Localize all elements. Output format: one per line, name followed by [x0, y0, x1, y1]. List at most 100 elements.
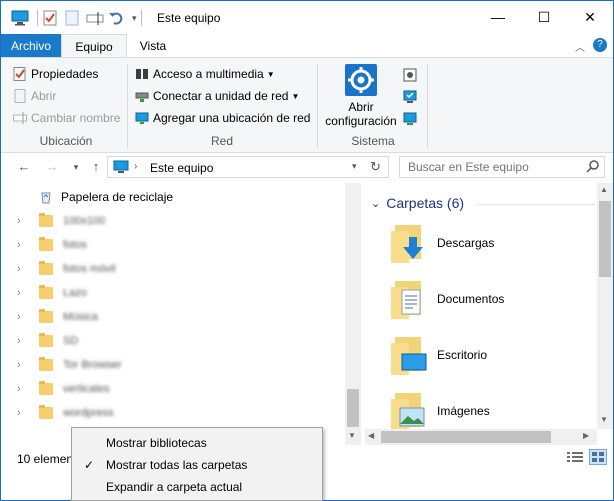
group-title: Carpetas (6)	[386, 195, 465, 211]
rename-icon[interactable]	[86, 10, 104, 26]
expand-chevron-icon[interactable]: ›	[17, 263, 31, 275]
abrir-configuracion-button[interactable]: Abrir configuración	[323, 64, 399, 128]
downloads-folder-icon	[391, 223, 427, 263]
folder-item-documentos[interactable]: Documentos	[391, 273, 591, 325]
minimize-button[interactable]: —	[475, 1, 521, 33]
content-horizontal-scrollbar[interactable]: ◀ ▶	[365, 429, 597, 445]
undo-icon[interactable]	[108, 10, 126, 26]
folder-label: Escritorio	[437, 348, 488, 362]
properties-icon	[13, 67, 27, 81]
divider	[37, 10, 38, 26]
search-input[interactable]	[408, 160, 578, 174]
expand-chevron-icon[interactable]: ›	[17, 311, 31, 323]
expand-chevron-icon[interactable]: ›	[17, 383, 31, 395]
search-icon[interactable]	[586, 159, 600, 176]
refresh-icon[interactable]: ↻	[370, 159, 381, 175]
group-label-sistema: Sistema	[351, 134, 395, 148]
tree-item[interactable]: › 100x100	[1, 209, 341, 233]
media-icon	[135, 67, 149, 81]
folder-label: Imágenes	[437, 404, 490, 418]
breadcrumb[interactable]: Este equipo	[150, 161, 213, 175]
conectar-unidad-button[interactable]: Conectar a unidad de red ▼	[135, 86, 299, 106]
expand-chevron-icon[interactable]: ›	[17, 215, 31, 227]
recent-locations-chevron-icon[interactable]: ▾	[67, 158, 85, 176]
tree-item[interactable]: › Tor Browser	[1, 353, 341, 377]
new-folder-icon[interactable]	[64, 10, 82, 26]
tree-item[interactable]: › wordpress	[1, 401, 341, 425]
menu-item-mostrar-bibliotecas[interactable]: Mostrar bibliotecas	[72, 432, 322, 454]
address-dropdown-icon[interactable]: ▾	[352, 161, 357, 172]
scrollbar-thumb[interactable]	[599, 201, 611, 277]
folder-label: 100x100	[63, 215, 106, 227]
large-icons-view-icon[interactable]	[589, 449, 607, 465]
folder-item-escritorio[interactable]: Escritorio	[391, 329, 591, 381]
breadcrumb-chevron-icon[interactable]: ›	[134, 161, 137, 172]
ribbon: Propiedades Abrir Cambiar nombre Ubicaci…	[1, 57, 613, 153]
up-arrow-icon[interactable]: ↑	[87, 158, 105, 176]
nav-pane-scrollbar[interactable]: ▼	[345, 183, 361, 445]
tree-item[interactable]: › verticales	[1, 377, 341, 401]
tree-item[interactable]: › fotos	[1, 233, 341, 257]
expand-chevron-icon[interactable]: ›	[17, 407, 31, 419]
folder-icon	[39, 381, 53, 395]
folder-icon	[39, 285, 53, 299]
divider	[127, 64, 128, 148]
content-scrollbar[interactable]: ▲ ▼	[597, 183, 613, 429]
tab-equipo[interactable]: Equipo	[61, 34, 127, 58]
chevron-down-icon: ▼	[291, 91, 300, 101]
tab-vista[interactable]: Vista	[127, 34, 179, 58]
cambiar-nombre-button[interactable]: Cambiar nombre	[13, 108, 120, 128]
expand-chevron-icon[interactable]: ›	[17, 335, 31, 347]
details-view-icon[interactable]	[567, 451, 583, 466]
manage-computer-icon[interactable]	[403, 112, 417, 126]
computer-icon[interactable]	[11, 10, 29, 26]
folder-item-descargas[interactable]: Descargas	[391, 217, 591, 269]
agregar-ubicacion-button[interactable]: Agregar una ubicación de red	[135, 108, 310, 128]
scroll-down-icon[interactable]: ▼	[600, 415, 608, 424]
scroll-right-icon[interactable]: ▶	[583, 431, 589, 440]
scroll-left-icon[interactable]: ◀	[368, 431, 374, 440]
collapse-ribbon-icon[interactable]: ︿	[575, 39, 585, 54]
propiedades-button[interactable]: Propiedades	[13, 64, 98, 84]
group-label-ubicacion: Ubicación	[39, 134, 93, 148]
tab-archivo[interactable]: Archivo	[1, 34, 61, 58]
group-header[interactable]: ⌄ Carpetas (6)	[371, 195, 464, 211]
help-icon[interactable]: ?	[593, 38, 607, 52]
system-properties-icon[interactable]	[403, 90, 417, 104]
expand-chevron-icon[interactable]: ›	[17, 287, 31, 299]
menu-item-expandir-carpeta-actual[interactable]: Expandir a carpeta actual	[72, 476, 322, 498]
tree-item[interactable]: › SD	[1, 329, 341, 353]
documents-folder-icon	[391, 279, 427, 319]
search-box[interactable]	[399, 156, 605, 178]
folder-item-imagenes[interactable]: Imágenes	[391, 385, 591, 429]
tree-item[interactable]: › fotos móvil	[1, 257, 341, 281]
expand-chevron-icon[interactable]: ›	[17, 359, 31, 371]
expand-chevron-icon[interactable]: ›	[17, 239, 31, 251]
customize-qa-chevron-icon[interactable]: ▾	[132, 13, 137, 24]
tree-item[interactable]: › Lazo	[1, 281, 341, 305]
chevron-down-icon: ▼	[266, 69, 275, 79]
scroll-down-icon[interactable]: ▼	[348, 431, 356, 440]
rename-icon	[13, 111, 27, 125]
maximize-button[interactable]: ☐	[521, 1, 567, 33]
folder-label: Descargas	[437, 236, 495, 250]
abrir-button[interactable]: Abrir	[13, 86, 56, 106]
context-menu: Mostrar bibliotecas ✓ Mostrar todas las …	[71, 427, 323, 501]
scroll-up-icon[interactable]: ▲	[600, 185, 608, 194]
agregar-ubicacion-label: Agregar una ubicación de red	[153, 111, 311, 125]
scrollbar-thumb[interactable]	[347, 389, 359, 427]
forward-arrow-icon[interactable]: →	[43, 158, 61, 176]
maximize-icon: ☐	[537, 8, 551, 25]
properties-check-icon[interactable]	[42, 10, 60, 26]
uninstall-program-icon[interactable]	[403, 68, 417, 82]
address-bar[interactable]: › Este equipo ▾ ↻	[107, 156, 389, 178]
acceso-multimedia-button[interactable]: Acceso a multimedia ▼	[135, 64, 275, 84]
back-arrow-icon[interactable]: ←	[15, 158, 33, 176]
menu-item-mostrar-todas-carpetas[interactable]: ✓ Mostrar todas las carpetas	[72, 454, 322, 476]
abrir-configuracion-label-2: configuración	[325, 114, 397, 128]
scrollbar-thumb[interactable]	[381, 431, 551, 443]
close-button[interactable]: ✕	[567, 1, 613, 33]
tree-item[interactable]: › Música	[1, 305, 341, 329]
tree-item-recycle-bin[interactable]: Papelera de reciclaje	[1, 185, 341, 209]
collapse-chevron-icon[interactable]: ⌄	[371, 197, 380, 210]
